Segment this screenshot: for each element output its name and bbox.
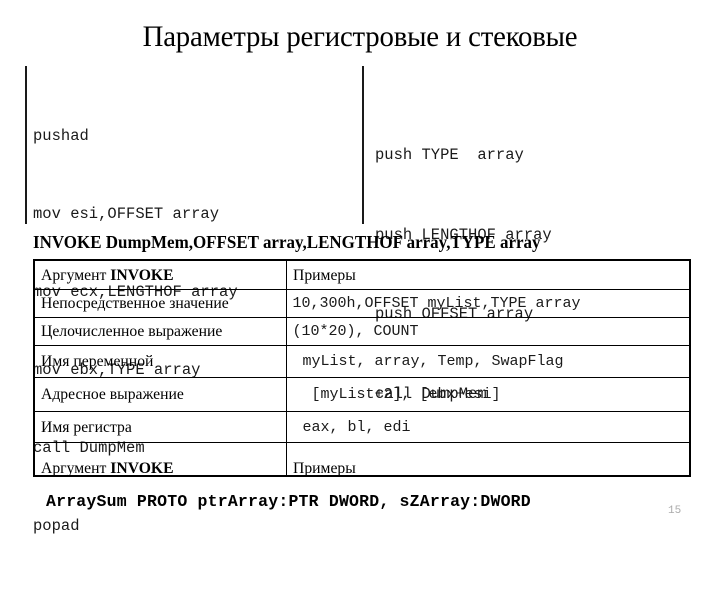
argument-kind-label: Адресное выражение bbox=[41, 386, 184, 403]
table-cell-example: myList, array, Temp, SwapFlag bbox=[285, 345, 691, 378]
table-header-cell-examples: Примеры bbox=[285, 259, 691, 290]
table-cell-example: eax, bl, edi bbox=[285, 411, 691, 443]
table-header-label: Аргумент INVOKE bbox=[41, 460, 174, 476]
argument-example-code: myList, array, Temp, SwapFlag bbox=[302, 353, 564, 370]
table-cell-example: 10,300h,OFFSET myList,TYPE array bbox=[285, 289, 691, 318]
table-header-label: Примеры bbox=[292, 460, 356, 476]
table-row: Адресное выражение [myList+2], [ebx+esi] bbox=[33, 377, 691, 412]
argument-example-code: 10,300h,OFFSET myList,TYPE array bbox=[292, 295, 581, 312]
argument-kind-label: Целочисленное выражение bbox=[41, 323, 223, 340]
argument-example-code: [myList+2], [ebx+esi] bbox=[311, 386, 501, 403]
table-cell-label: Целочисленное выражение bbox=[33, 317, 287, 346]
table-row: Имя переменной myList, array, Temp, Swap… bbox=[33, 345, 691, 378]
table-header-label: Аргумент INVOKE bbox=[41, 266, 174, 284]
argument-kind-label: Имя регистра bbox=[41, 418, 132, 436]
code-comparison-area: pushad mov esi,OFFSET array mov ecx,LENG… bbox=[0, 64, 720, 535]
table-header-label: Примеры bbox=[292, 266, 356, 284]
argument-kind-label: Имя переменной bbox=[41, 353, 154, 370]
table-cell-label: Имя регистра bbox=[33, 411, 287, 443]
table-cell-label: Аргумент INVOKE bbox=[33, 442, 287, 477]
table-row: Целочисленное выражение (10*20), COUNT bbox=[33, 317, 691, 346]
table-row: Непосредственное значение 10,300h,OFFSET… bbox=[33, 289, 691, 318]
table-cell-label: Адресное выражение bbox=[33, 377, 287, 412]
argument-example-code: (10*20), COUNT bbox=[292, 323, 419, 340]
page-number: 15 bbox=[668, 505, 682, 517]
code-line: mov esi,OFFSET array bbox=[33, 205, 220, 223]
argument-example-code: eax, bl, edi bbox=[302, 418, 411, 436]
table-row-repeated-header: Аргумент INVOKE Примеры bbox=[33, 442, 691, 477]
invoke-caption: INVOKE DumpMem,OFFSET array,LENGTHOF arr… bbox=[33, 232, 541, 252]
table-row: Имя регистра eax, bl, edi bbox=[33, 411, 691, 443]
code-line: pushad bbox=[33, 127, 89, 145]
code-line: popad bbox=[33, 517, 80, 535]
invoke-arguments-table: Аргумент INVOKE Примеры Непосредственное… bbox=[33, 259, 691, 477]
left-divider-rule bbox=[25, 66, 27, 224]
code-line: push TYPE array bbox=[375, 146, 524, 164]
middle-divider-rule bbox=[362, 66, 364, 224]
table-cell-example: Примеры bbox=[285, 442, 691, 477]
table-cell-example: [myList+2], [ebx+esi] bbox=[285, 377, 691, 412]
table-cell-label: Имя переменной bbox=[33, 345, 287, 378]
argument-kind-label: Непосредственное значение bbox=[41, 295, 229, 312]
table-header-cell-argument: Аргумент INVOKE bbox=[33, 259, 287, 290]
table-cell-example: (10*20), COUNT bbox=[285, 317, 691, 346]
table-cell-label: Непосредственное значение bbox=[33, 289, 287, 318]
page-title: Параметры регистровые и стековые bbox=[142, 20, 578, 53]
table-header-row: Аргумент INVOKE Примеры bbox=[33, 259, 691, 290]
procedure-prototype-line: ArraySum PROTO ptrArray:PTR DWORD, sZArr… bbox=[46, 492, 531, 511]
